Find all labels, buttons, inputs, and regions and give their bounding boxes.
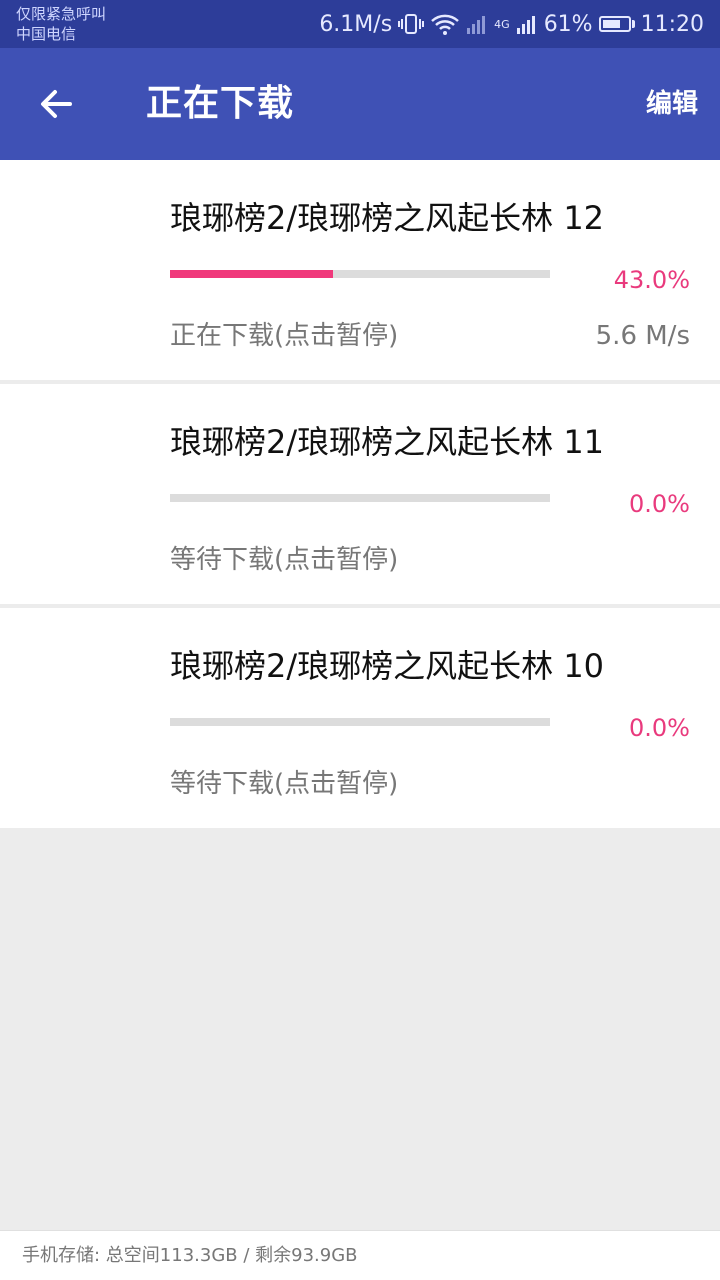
progress-bar bbox=[170, 718, 550, 726]
battery-percent: 61% bbox=[543, 11, 593, 37]
progress-fill bbox=[170, 270, 334, 278]
download-title: 琅琊榜2/琅琊榜之风起长林 11 bbox=[170, 423, 605, 461]
vibrate-icon bbox=[398, 12, 425, 36]
download-item[interactable]: 琅琊榜2/琅琊榜之风起长林 11 0.0% 等待下载(点击暂停) bbox=[0, 384, 720, 608]
network-speed: 6.1M/s bbox=[319, 11, 393, 37]
download-item[interactable]: 琅琊榜2/琅琊榜之风起长林 12 43.0% 正在下载(点击暂停) 5.6 M/… bbox=[0, 160, 720, 384]
carrier-line1: 仅限紧急呼叫 bbox=[16, 5, 107, 23]
app-bar: 正在下载 编辑 bbox=[0, 48, 720, 160]
progress-percent: 0.0% bbox=[629, 490, 690, 518]
status-bar: 仅限紧急呼叫 中国电信 6.1M/s 4G 61% 11:20 bbox=[0, 0, 720, 48]
clock: 11:20 bbox=[640, 11, 704, 37]
network-type-label: 4G bbox=[494, 17, 510, 31]
download-status: 等待下载(点击暂停) bbox=[170, 545, 399, 575]
download-title: 琅琊榜2/琅琊榜之风起长林 12 bbox=[170, 199, 605, 237]
page-title: 正在下载 bbox=[146, 83, 295, 124]
download-status: 等待下载(点击暂停) bbox=[170, 769, 399, 799]
progress-percent: 0.0% bbox=[629, 714, 690, 742]
signal-icon-1 bbox=[466, 12, 488, 36]
carrier-info: 仅限紧急呼叫 中国电信 bbox=[16, 4, 106, 44]
status-icons: 6.1M/s 4G 61% 11:20 bbox=[319, 0, 704, 48]
progress-bar bbox=[170, 270, 550, 278]
download-status: 正在下载(点击暂停) bbox=[170, 321, 399, 351]
edit-button[interactable]: 编辑 bbox=[646, 84, 698, 124]
wifi-icon bbox=[430, 12, 460, 36]
download-item[interactable]: 琅琊榜2/琅琊榜之风起长林 10 0.0% 等待下载(点击暂停) bbox=[0, 608, 720, 832]
download-title: 琅琊榜2/琅琊榜之风起长林 10 bbox=[170, 647, 605, 685]
back-button[interactable] bbox=[30, 78, 82, 130]
download-speed: 5.6 M/s bbox=[595, 321, 690, 351]
storage-footer: 手机存储: 总空间113.3GB / 剩余93.9GB bbox=[0, 1230, 720, 1280]
progress-percent: 43.0% bbox=[613, 266, 690, 294]
progress-bar bbox=[170, 494, 550, 502]
storage-info: 手机存储: 总空间113.3GB / 剩余93.9GB bbox=[22, 1245, 358, 1266]
battery-icon bbox=[598, 16, 635, 32]
signal-icon-2 bbox=[516, 12, 538, 36]
download-list: 琅琊榜2/琅琊榜之风起长林 12 43.0% 正在下载(点击暂停) 5.6 M/… bbox=[0, 160, 720, 832]
arrow-left-icon bbox=[41, 90, 72, 118]
carrier-line2: 中国电信 bbox=[16, 25, 77, 43]
